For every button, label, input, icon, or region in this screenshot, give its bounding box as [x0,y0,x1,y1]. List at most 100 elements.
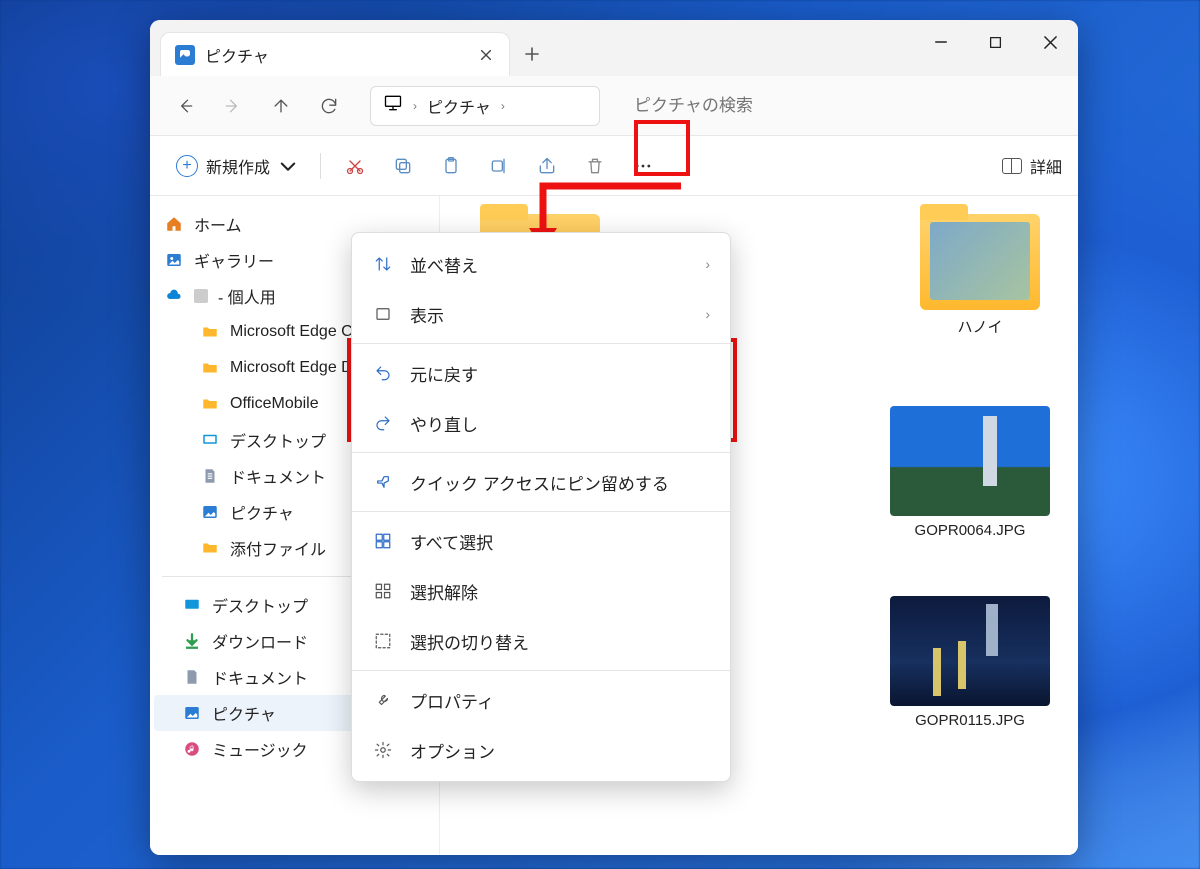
gallery-icon [164,250,184,270]
view-icon [372,305,394,323]
details-view-icon [1002,158,1022,174]
gear-icon [372,741,394,759]
folder-icon [200,358,220,378]
label: デスクトップ [230,428,326,452]
image-item-2[interactable]: GOPR0115.JPG [890,596,1050,729]
music-icon [182,739,202,759]
folder-item-hanoi[interactable]: ハノイ [900,214,1060,337]
chevron-right-icon: › [705,306,710,322]
label: 並べ替え [410,252,478,277]
menu-select-all[interactable]: すべて選択 [352,516,730,566]
image-thumbnail [890,406,1050,516]
label: 添付ファイル [230,536,326,560]
share-button[interactable] [525,146,569,186]
label: 元に戻す [410,361,478,386]
view-details-button[interactable]: 詳細 [1002,154,1062,178]
item-label: GOPR0115.JPG [915,712,1025,729]
label: OfficeMobile [230,395,319,413]
details-label: 詳細 [1030,154,1062,178]
chevron-right-icon: › [413,99,417,113]
refresh-button[interactable] [308,86,350,126]
home-icon [164,214,184,234]
label: ダウンロード [212,629,308,653]
more-dropdown-menu: 並べ替え › 表示 › 元に戻す やり直し クイック アクセスにピン留めする す… [351,232,731,782]
address-bar[interactable]: › ピクチャ › [370,86,600,126]
divider [352,452,730,453]
label: クイック アクセスにピン留めする [410,470,669,495]
image-thumbnail [890,596,1050,706]
select-all-icon [372,532,394,550]
menu-sort[interactable]: 並べ替え › [352,239,730,289]
address-segment[interactable]: ピクチャ [427,94,491,118]
menu-deselect[interactable]: 選択解除 [352,566,730,616]
new-label: 新規作成 [206,154,270,178]
up-button[interactable] [260,86,302,126]
sort-icon [372,255,394,273]
divider [352,343,730,344]
pictures-icon [175,45,195,65]
minimize-button[interactable] [913,20,968,64]
document-icon [182,667,202,687]
label: ドキュメント [230,464,326,488]
desktop-icon [200,430,220,450]
menu-properties[interactable]: プロパティ [352,675,730,725]
back-button[interactable] [164,86,206,126]
menu-redo[interactable]: やり直し [352,398,730,448]
chevron-down-icon [278,156,298,176]
label: ピクチャ [230,500,294,524]
label: デスクトップ [212,593,308,617]
label: やり直し [410,411,478,436]
maximize-button[interactable] [968,20,1023,64]
label: ドキュメント [212,665,308,689]
divider [352,511,730,512]
menu-view[interactable]: 表示 › [352,289,730,339]
tab-pictures[interactable]: ピクチャ [160,32,510,76]
document-icon [200,466,220,486]
cut-button[interactable] [333,146,377,186]
label: 選択解除 [410,579,478,604]
folder-icon [200,394,220,414]
pictures-icon [200,502,220,522]
menu-invert-selection[interactable]: 選択の切り替え [352,616,730,666]
redo-icon [372,414,394,432]
item-label: GOPR0064.JPG [915,522,1026,539]
command-bar: + 新規作成 詳細 [150,136,1078,196]
onedrive-icon [164,286,184,306]
download-icon [182,631,202,651]
paste-button[interactable] [429,146,473,186]
label: ギャラリー [194,248,274,272]
delete-button[interactable] [573,146,617,186]
undo-icon [372,364,394,382]
pin-icon [372,473,394,491]
desktop-icon [182,595,202,615]
titlebar: ピクチャ [150,20,1078,76]
folder-icon [200,538,220,558]
close-window-button[interactable] [1023,20,1078,64]
label: オプション [410,738,495,763]
search-input[interactable] [634,96,1052,116]
plus-circle-icon: + [176,155,198,177]
menu-undo[interactable]: 元に戻す [352,348,730,398]
folder-icon [200,322,220,342]
image-item-1[interactable]: GOPR0064.JPG [890,406,1050,539]
label: プロパティ [410,688,494,713]
deselect-icon [372,582,394,600]
close-tab-icon[interactable] [477,46,495,64]
label: - 個人用 [218,284,276,308]
rename-button[interactable] [477,146,521,186]
label: ミュージック [212,737,308,761]
menu-pin[interactable]: クイック アクセスにピン留めする [352,457,730,507]
chevron-right-icon: › [501,99,505,113]
label: 表示 [410,302,444,327]
wrench-icon [372,691,394,709]
more-button[interactable] [621,146,665,186]
new-tab-button[interactable] [510,32,554,76]
forward-button[interactable] [212,86,254,126]
search-box[interactable] [622,86,1064,126]
label: すべて選択 [410,529,493,554]
new-button[interactable]: + 新規作成 [166,146,308,186]
this-pc-icon [383,93,403,118]
copy-button[interactable] [381,146,425,186]
item-label: ハノイ [957,316,1002,337]
menu-options[interactable]: オプション [352,725,730,775]
